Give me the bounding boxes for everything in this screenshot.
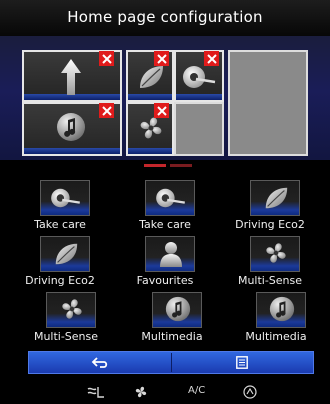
shortcut-multimedia[interactable]: Multimedia <box>224 292 328 344</box>
seat-ventilation-icon[interactable] <box>86 385 106 399</box>
preview-tile-driving-eco[interactable] <box>126 50 174 102</box>
shortcut-label: Multimedia <box>141 330 203 343</box>
driving-eco-icon <box>140 66 163 88</box>
remove-tile-button[interactable] <box>154 51 169 66</box>
preview-tile-navigation[interactable] <box>22 50 122 102</box>
shortcut-multi-sense[interactable]: Multi-Sense <box>218 236 322 288</box>
close-icon <box>156 53 167 64</box>
shortcut-label: Favourites <box>136 274 194 287</box>
shortcut-driving-eco[interactable]: Driving Eco2 <box>218 180 322 232</box>
shortcut-take-care[interactable]: Take care <box>8 180 112 232</box>
multimedia-icon <box>57 113 85 141</box>
shortcut-label: Multi-Sense <box>33 330 99 343</box>
page-indicator <box>170 164 192 167</box>
page-indicator-active <box>144 164 166 167</box>
close-icon <box>101 105 112 116</box>
shortcut-label: Driving Eco2 <box>25 274 95 287</box>
shortcut-label: Multi-Sense <box>237 274 303 287</box>
driving-eco-icon <box>265 187 288 209</box>
close-icon <box>101 53 112 64</box>
fan-icon[interactable] <box>134 385 148 399</box>
empty-slot[interactable] <box>228 50 308 156</box>
preview-tile-multimedia[interactable] <box>22 102 122 156</box>
shortcut-label: Driving Eco2 <box>235 218 305 231</box>
take-care-icon <box>183 66 216 88</box>
shortcut-label: Multimedia <box>245 330 307 343</box>
shortcut-take-care[interactable]: Take care <box>113 180 217 232</box>
multimedia-icon <box>269 296 295 322</box>
shortcut-label: Take care <box>34 218 86 231</box>
remove-tile-button[interactable] <box>154 103 169 118</box>
shortcut-driving-eco[interactable]: Driving Eco2 <box>8 236 112 288</box>
ac-label[interactable]: A/C <box>188 385 205 396</box>
home-page-preview <box>0 36 330 160</box>
remove-tile-button[interactable] <box>99 103 114 118</box>
back-icon <box>91 357 108 368</box>
back-button[interactable] <box>29 352 171 373</box>
remove-tile-button[interactable] <box>99 51 114 66</box>
multi-sense-icon <box>140 117 162 139</box>
shortcut-grid: Take care Take care Driving Eco2 Driving… <box>0 168 330 348</box>
preview-tile-multi-sense[interactable] <box>126 102 174 156</box>
shortcut-favourites[interactable]: Favourites <box>113 236 217 288</box>
take-care-icon <box>156 188 185 208</box>
empty-slot[interactable] <box>174 102 224 156</box>
preview-tile-take-care[interactable] <box>174 50 224 102</box>
page-title: Home page configuration <box>67 8 263 26</box>
close-icon <box>206 53 217 64</box>
multi-sense-icon <box>266 243 286 263</box>
menu-button[interactable] <box>172 352 313 373</box>
shortcut-multi-sense[interactable]: Multi-Sense <box>14 292 118 344</box>
recirculation-icon[interactable] <box>243 385 257 399</box>
shortcut-label: Take care <box>139 218 191 231</box>
menu-icon <box>236 356 248 369</box>
multimedia-icon <box>165 296 191 322</box>
multi-sense-icon <box>62 299 82 319</box>
favourites-icon <box>160 242 182 267</box>
take-care-icon <box>51 188 80 208</box>
close-icon <box>156 105 167 116</box>
title-bar: Home page configuration <box>0 0 330 37</box>
driving-eco-icon <box>55 243 78 265</box>
up-arrow-icon <box>61 59 81 95</box>
climate-status-bar: A/C <box>0 380 330 404</box>
bottom-action-bar <box>28 351 314 374</box>
remove-tile-button[interactable] <box>204 51 219 66</box>
shortcut-multimedia[interactable]: Multimedia <box>120 292 224 344</box>
